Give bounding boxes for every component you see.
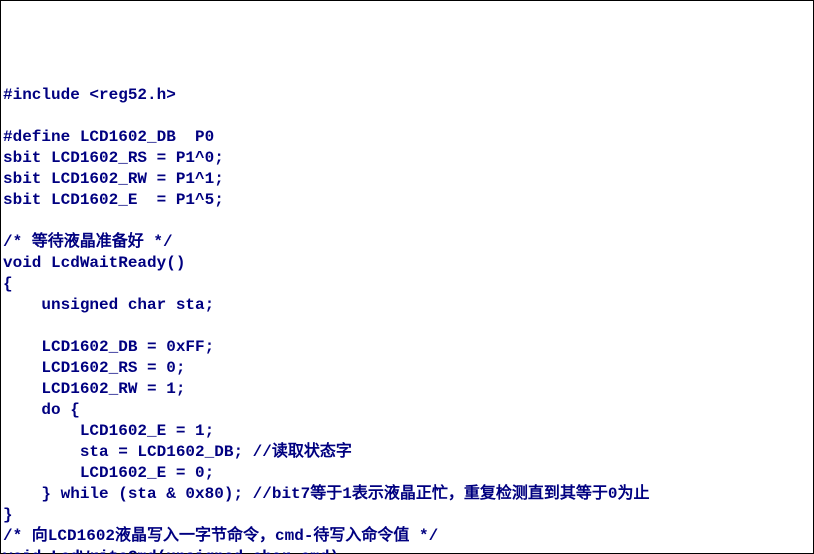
code-block: #include <reg52.h> #define LCD1602_DB P0… <box>3 85 811 554</box>
